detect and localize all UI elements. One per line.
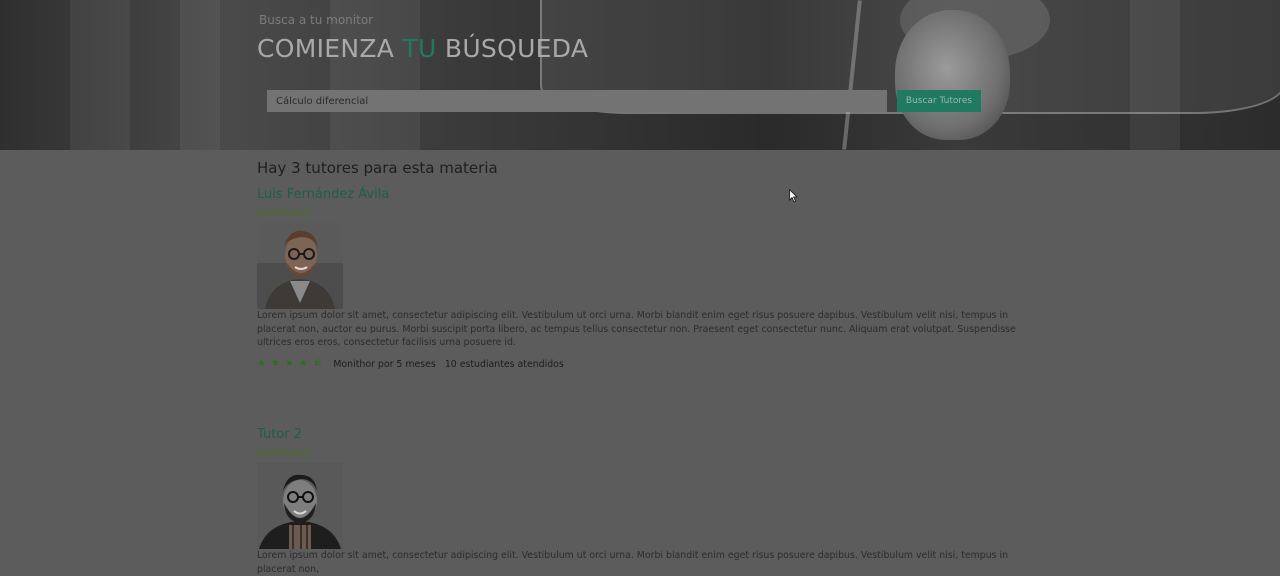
hero-title-accent: TU — [402, 34, 437, 63]
hero-subtitle: Busca a tu monitor — [259, 13, 374, 27]
hero-bg-stripe — [180, 0, 220, 150]
tutor-photo[interactable] — [257, 463, 343, 549]
hero-title-part1: COMIENZA — [257, 34, 403, 63]
tutor-photo-image — [257, 223, 343, 309]
search-tutors-button[interactable]: Buscar Tutores — [897, 90, 981, 112]
tutor-bio: Lorem ipsum dolor sit amet, consectetur … — [257, 310, 1016, 348]
tutor-photo-image — [257, 463, 343, 549]
results-count-heading: Hay 3 tutores para esta materia — [257, 159, 498, 177]
tutor-bio: Lorem ipsum dolor sit amet, consectetur … — [257, 550, 1009, 575]
woman-face-image — [895, 10, 1010, 140]
tutor-status-badge: DISPONIBLE — [257, 209, 312, 219]
tutor-experience: Monithor por 5 meses — [333, 359, 436, 370]
mouse-cursor-icon — [789, 189, 798, 203]
hero-title: COMIENZA TU BÚSQUEDA — [257, 34, 588, 63]
tutor-name-link[interactable]: Luis Fernández Ávila — [257, 187, 389, 202]
tutor-students: 10 estudiantes atendidos — [444, 359, 564, 370]
hero-banner: Busca a tu monitor COMIENZA TU BÚSQUEDA … — [0, 0, 1280, 150]
tutor-name-link[interactable]: Tutor 2 — [257, 427, 302, 442]
tutor-meta: ★★★★⯪ Monithor por 5 meses 10 estudiantes … — [257, 356, 564, 370]
star-icon: ★★★★⯪ — [257, 358, 328, 369]
tutor-photo[interactable] — [257, 223, 343, 309]
hero-title-part2: BÚSQUEDA — [436, 34, 589, 63]
hero-bg-stripe — [70, 0, 130, 150]
tutor-status-badge: DISPONIBLE — [257, 449, 312, 459]
subject-search-input[interactable] — [267, 90, 887, 112]
